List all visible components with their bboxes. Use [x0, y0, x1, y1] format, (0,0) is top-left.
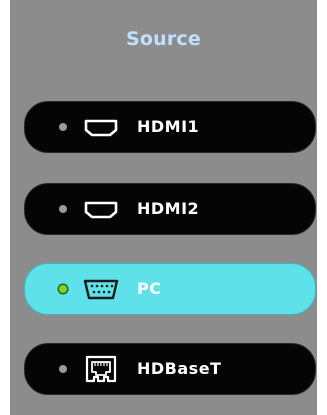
source-label: HDMI2	[137, 199, 200, 218]
panel-title: Source	[126, 28, 201, 50]
source-button-hdbaset[interactable]: HDBaseT	[24, 343, 316, 395]
source-menu-panel: Source HDMI1 HDMI2 PC HDBaseT	[10, 0, 317, 415]
hdmi-port-icon	[84, 201, 118, 219]
vga-port-icon	[83, 279, 119, 300]
status-indicator	[59, 365, 67, 373]
status-indicator	[59, 285, 67, 293]
source-button-hdmi2[interactable]: HDMI2	[24, 183, 316, 235]
status-indicator	[59, 123, 67, 131]
source-button-pc[interactable]: PC	[24, 263, 316, 315]
source-label: HDBaseT	[137, 359, 222, 378]
ethernet-port-icon	[85, 355, 117, 383]
source-label: PC	[137, 279, 162, 298]
hdmi-port-icon	[84, 119, 118, 137]
status-indicator	[59, 205, 67, 213]
source-button-hdmi1[interactable]: HDMI1	[24, 101, 316, 153]
source-label: HDMI1	[137, 117, 200, 136]
